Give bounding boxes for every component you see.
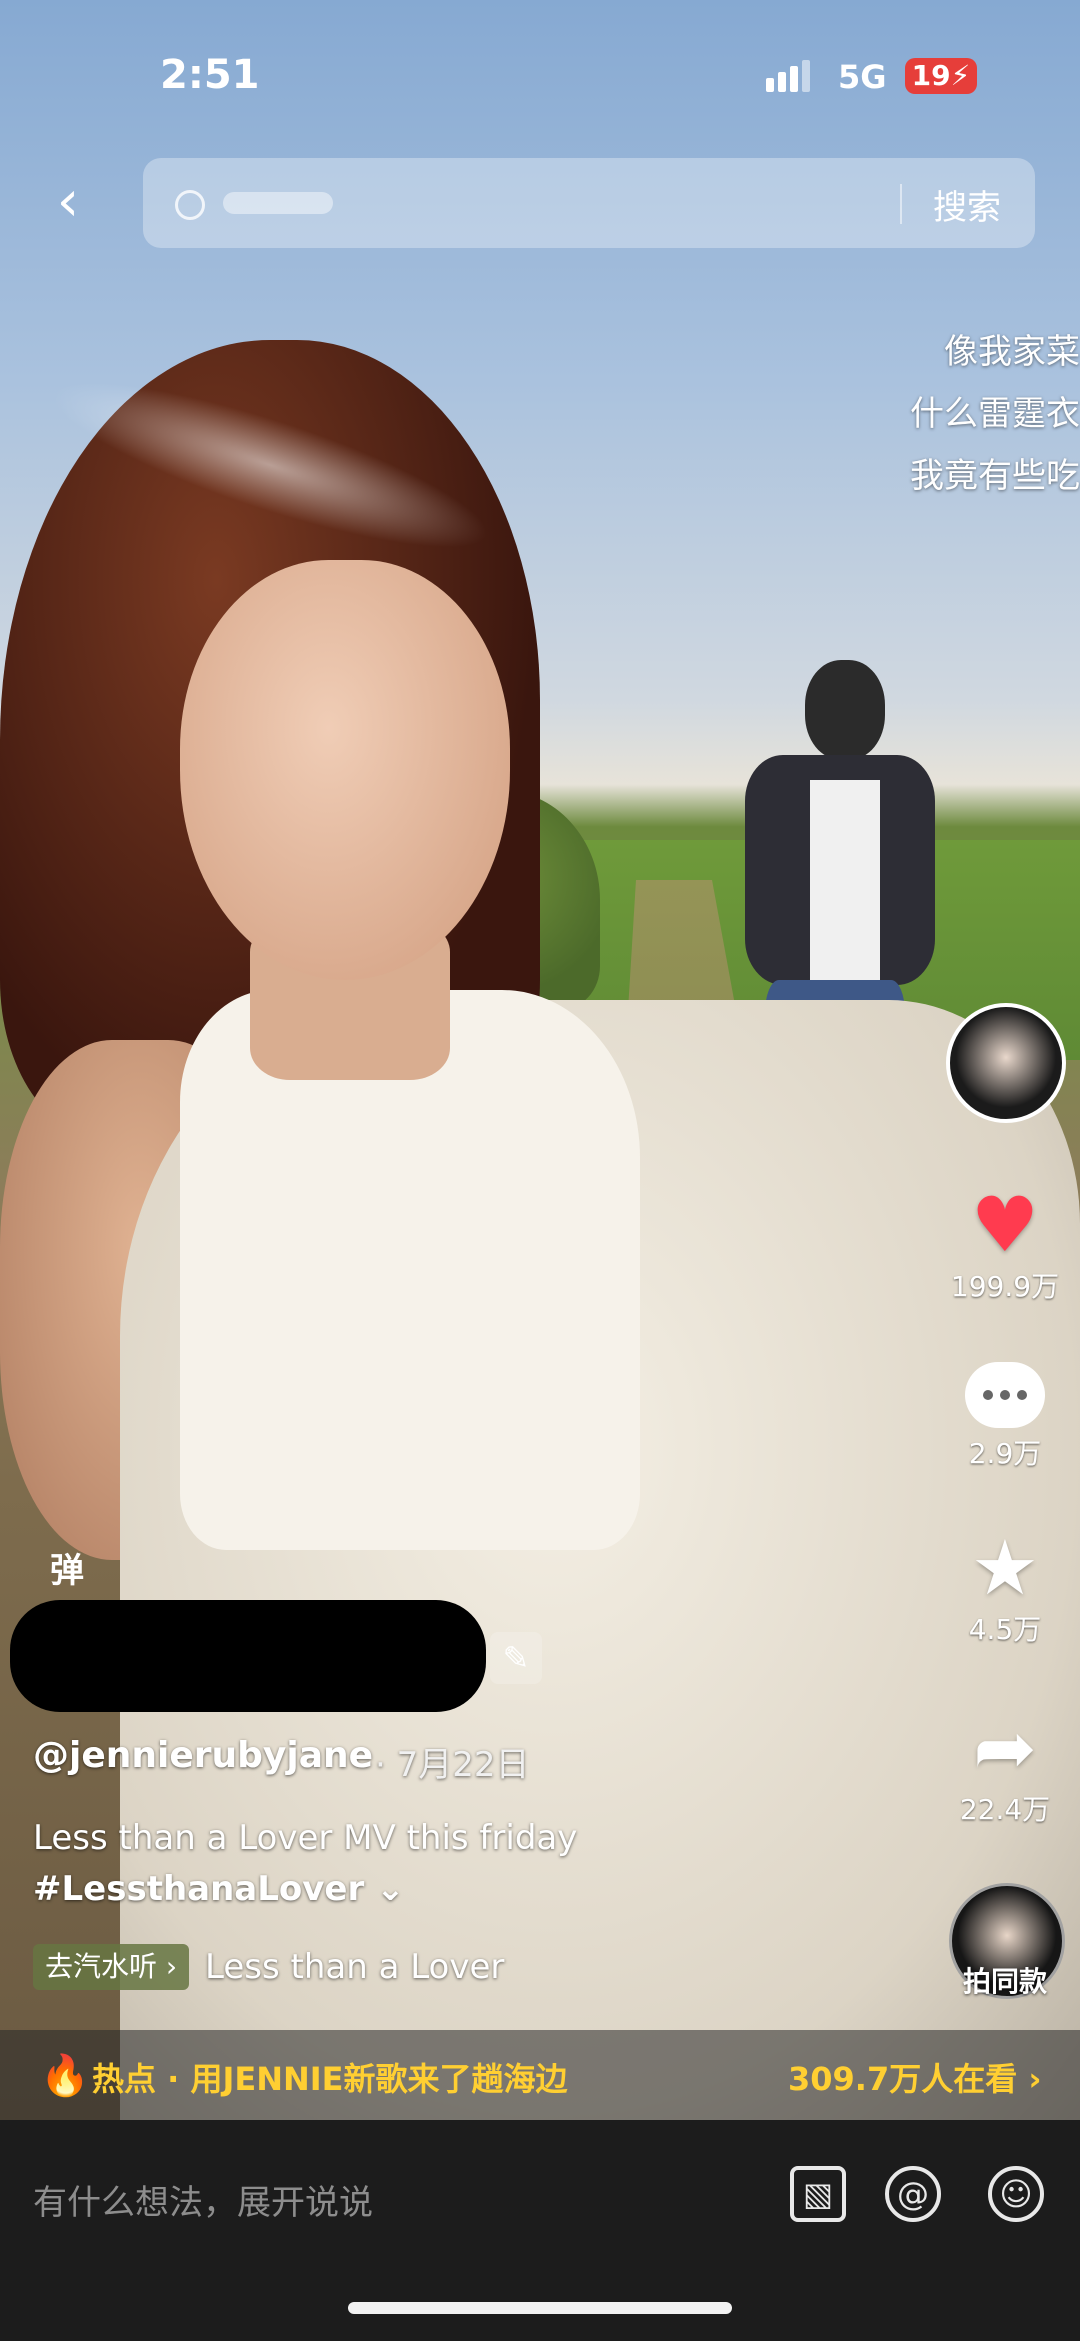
comment-bubble-icon bbox=[965, 1362, 1045, 1428]
search-divider bbox=[900, 184, 902, 224]
comment-count: 2.9万 bbox=[968, 1437, 1042, 1470]
song-title[interactable]: Less than a Lover bbox=[205, 1947, 504, 1987]
music-link[interactable]: 去汽水听 › bbox=[33, 1944, 190, 1990]
at-mention-icon[interactable]: @ bbox=[885, 2166, 941, 2222]
hashtag-text: #LessthanaLover bbox=[33, 1869, 365, 1909]
danmaku-toggle[interactable]: 弹 bbox=[50, 1543, 84, 1592]
emoji-icon[interactable]: ☺ bbox=[988, 2166, 1044, 2222]
music-link-label: 去汽水听 bbox=[45, 1950, 158, 1983]
network-type: 5G bbox=[838, 58, 887, 96]
share-arrow-icon: ➦ bbox=[973, 1703, 1037, 1792]
chevron-right-icon: › bbox=[1028, 2060, 1042, 2098]
share-button[interactable]: ➦ 22.4万 bbox=[945, 1708, 1065, 1828]
comment-input[interactable]: 有什么想法，展开说说 bbox=[33, 2175, 373, 2224]
comment-button[interactable]: 2.9万 bbox=[945, 1362, 1065, 1472]
post-date: · 7月22日 bbox=[375, 1745, 530, 1785]
search-query-blurred bbox=[223, 192, 333, 214]
chevron-right-icon: › bbox=[165, 1950, 178, 1983]
signal-icon bbox=[766, 60, 814, 92]
danmaku-bullet-2: 什么雷霆衣 bbox=[910, 394, 1080, 434]
search-icon bbox=[175, 190, 205, 220]
star-icon: ★ bbox=[970, 1523, 1040, 1612]
hot-topic-bar[interactable]: 🔥 热点 · 用JENNIE新歌来了趟海边 309.7万人在看 › bbox=[0, 2030, 1080, 2120]
search-button[interactable]: 搜索 bbox=[933, 180, 1001, 229]
favorite-count: 4.5万 bbox=[968, 1613, 1042, 1646]
battery-icon: 19⚡ bbox=[905, 58, 977, 94]
same-style-label[interactable]: 拍同款 bbox=[945, 1960, 1065, 2000]
video-frame[interactable] bbox=[0, 0, 1080, 2120]
viewer-count: 309.7万人在看 › bbox=[788, 2060, 1042, 2098]
top-bar: ‹ 搜索 bbox=[0, 158, 1080, 250]
chevron-down-icon: ⌄ bbox=[376, 1869, 405, 1909]
image-icon[interactable]: ▧ bbox=[790, 2166, 846, 2222]
danmaku-bullet-3: 我竟有些吃 bbox=[910, 456, 1080, 496]
redacted-overlay bbox=[10, 1600, 486, 1712]
search-field[interactable]: 搜索 bbox=[143, 158, 1035, 248]
chevron-left-icon[interactable]: ‹ bbox=[40, 174, 96, 232]
like-count: 199.9万 bbox=[950, 1270, 1060, 1303]
hot-topic-text: 热点 · 用JENNIE新歌来了趟海边 bbox=[92, 2060, 568, 2098]
share-count: 22.4万 bbox=[959, 1793, 1051, 1826]
subject-face bbox=[180, 560, 510, 980]
video-description: Less than a Lover MV this friday bbox=[33, 1818, 578, 1858]
hashtag-link[interactable]: #LessthanaLover ⌄ bbox=[33, 1869, 405, 1909]
edit-icon[interactable]: ✎ bbox=[490, 1632, 542, 1684]
battery-level: 19 bbox=[911, 59, 951, 92]
heart-icon: ♥ bbox=[970, 1180, 1040, 1269]
favorite-button[interactable]: ★ 4.5万 bbox=[945, 1528, 1065, 1648]
like-button[interactable]: ♥ 199.9万 bbox=[945, 1185, 1065, 1305]
danmaku-bullet-1: 像我家菜 bbox=[944, 332, 1080, 372]
status-bar: 2:51 5G 19⚡ bbox=[0, 0, 1080, 150]
author-handle[interactable]: @jennierubyjane bbox=[33, 1735, 373, 1776]
flame-icon: 🔥 bbox=[40, 2053, 90, 2099]
home-indicator bbox=[348, 2302, 732, 2314]
author-avatar[interactable] bbox=[946, 1003, 1066, 1123]
clock: 2:51 bbox=[160, 52, 260, 98]
